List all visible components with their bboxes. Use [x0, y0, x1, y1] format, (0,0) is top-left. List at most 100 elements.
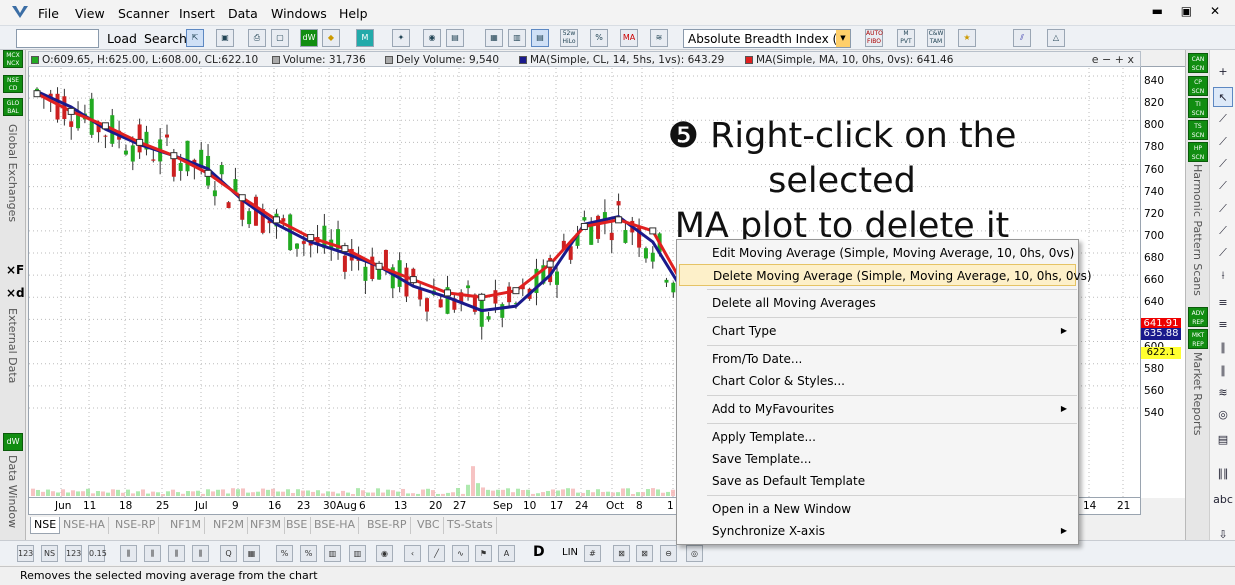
save-icon[interactable]: ▣: [216, 29, 234, 47]
sheet-tab-nse[interactable]: NSE: [30, 517, 61, 534]
context-menu-item[interactable]: Add to MyFavourites ▶: [679, 398, 1076, 420]
print-icon[interactable]: ⎙: [248, 29, 266, 47]
decimal-icon[interactable]: 0.15: [88, 545, 107, 562]
zoom-x-icon[interactable]: ⊠: [636, 545, 653, 562]
data-window-label[interactable]: Data Window: [6, 455, 19, 528]
menu-insert[interactable]: Insert: [179, 6, 215, 21]
curve-icon[interactable]: ∿: [452, 545, 469, 562]
puzzle-icon[interactable]: ✦: [392, 29, 410, 47]
context-menu-item[interactable]: Edit Moving Average (Simple, Moving Aver…: [679, 242, 1076, 264]
chevron-down-icon[interactable]: ▼: [836, 30, 850, 47]
ns-icon[interactable]: NS: [41, 545, 58, 562]
wave-icon[interactable]: ≋: [650, 29, 668, 47]
menu-windows[interactable]: Windows: [271, 6, 327, 21]
ts-scn-badge[interactable]: TS SCN: [1188, 120, 1208, 140]
vp-icon[interactable]: ▤: [531, 29, 549, 47]
drawing-tool-icon[interactable]: ▤: [1213, 430, 1233, 450]
drawing-tool-icon[interactable]: ⟊: [1213, 266, 1233, 286]
global-badge[interactable]: GLO BAL: [3, 98, 23, 116]
hp-scn-badge[interactable]: HP SCN: [1188, 142, 1208, 162]
global-exchanges-label[interactable]: Global Exchanges: [6, 124, 19, 222]
m-pvt-icon[interactable]: M PVT: [897, 29, 915, 47]
dw-icon[interactable]: dW: [300, 29, 318, 47]
context-menu-item[interactable]: Save as Default Template: [679, 470, 1076, 492]
context-menu-item[interactable]: From/To Date...: [679, 348, 1076, 370]
drawing-tool-icon[interactable]: ⟋: [1213, 109, 1233, 129]
menu-scanner[interactable]: Scanner: [118, 6, 169, 21]
lin-label[interactable]: LIN: [562, 547, 578, 558]
drawing-tool-icon[interactable]: ≡: [1213, 315, 1233, 335]
hash-grid-icon[interactable]: #: [584, 545, 601, 562]
bars-5-icon[interactable]: ▥: [324, 545, 341, 562]
cv-icon[interactable]: ▥: [508, 29, 526, 47]
drawing-tool-icon[interactable]: +: [1213, 62, 1233, 82]
cp-scn-badge[interactable]: CP SCN: [1188, 76, 1208, 96]
legend-controls[interactable]: e − + x: [1092, 53, 1134, 66]
print-preview-icon[interactable]: ▢: [271, 29, 289, 47]
52w-hilo-icon[interactable]: 52w HiLo: [560, 29, 578, 47]
bars-2-icon[interactable]: ⫼: [144, 545, 161, 562]
drawing-tool-icon[interactable]: ⟋: [1213, 199, 1233, 219]
tas-icon[interactable]: ★: [958, 29, 976, 47]
d-label[interactable]: D: [533, 544, 545, 560]
pct-line-icon[interactable]: %: [300, 545, 317, 562]
bars-3-icon[interactable]: ⫼: [168, 545, 185, 562]
auto-fibo-icon[interactable]: AUTO FIBO: [865, 29, 883, 47]
zoom-reset-icon[interactable]: ◎: [686, 545, 703, 562]
context-menu-item[interactable]: Apply Template...: [679, 426, 1076, 448]
context-menu-item[interactable]: Delete Moving Average (Simple, Moving Av…: [679, 264, 1092, 286]
record-icon[interactable]: ◉: [376, 545, 393, 562]
drawing-tool-icon[interactable]: ⟋: [1213, 176, 1233, 196]
external-data-label[interactable]: External Data: [6, 308, 19, 383]
sheet-tab-nf1m[interactable]: NF1M: [167, 517, 206, 534]
flag-icon[interactable]: ⚑: [475, 545, 492, 562]
drawing-tool-icon[interactable]: ◎: [1213, 405, 1233, 425]
sheet-tab-bse-ha[interactable]: BSE-HA: [311, 517, 360, 534]
drawing-tool-icon[interactable]: ≡: [1213, 293, 1233, 313]
pct-change-icon[interactable]: %: [276, 545, 293, 562]
adv-rep-badge[interactable]: ADV REP: [1188, 307, 1208, 327]
xd-icon[interactable]: ×d: [6, 286, 25, 300]
context-menu-item[interactable]: Save Template...: [679, 448, 1076, 470]
drawing-tool-icon[interactable]: ∥: [1213, 338, 1233, 358]
sheet-tab-vbc[interactable]: VBC: [414, 517, 444, 534]
market-reports-label[interactable]: Market Reports: [1191, 352, 1204, 436]
menu-file[interactable]: File: [38, 6, 59, 21]
pct-icon[interactable]: %: [590, 29, 608, 47]
bars-4-icon[interactable]: ⫼: [192, 545, 209, 562]
q-icon[interactable]: Q: [220, 545, 237, 562]
chart-type-icon[interactable]: ⇱: [186, 29, 204, 47]
globe-icon[interactable]: ◉: [423, 29, 441, 47]
ma-icon[interactable]: MA: [620, 29, 638, 47]
context-menu-item[interactable]: Synchronize X-axis ▶: [679, 520, 1076, 542]
sheet-tab-nf3m[interactable]: NF3M: [247, 517, 286, 534]
line-tool-icon[interactable]: ⫽: [1013, 29, 1031, 47]
context-menu-item[interactable]: Chart Color & Styles...: [679, 370, 1076, 392]
can-scn-badge[interactable]: CAN SCN: [1188, 53, 1208, 73]
zoom-out-icon[interactable]: ⊖: [660, 545, 677, 562]
scale-123-icon[interactable]: 123: [17, 545, 34, 562]
sheet-tab-bse-rp[interactable]: BSE-RP: [364, 517, 411, 534]
sheet-tab-nse-rp[interactable]: NSE-RP: [112, 517, 160, 534]
xf-icon[interactable]: ×F: [6, 263, 24, 277]
mkt-rep-badge[interactable]: MKT REP: [1188, 329, 1208, 349]
mcx-ncx-badge[interactable]: MCX NCX: [3, 50, 23, 68]
menu-view[interactable]: View: [75, 6, 105, 21]
triangle-tool-icon[interactable]: △: [1047, 29, 1065, 47]
symbol-input[interactable]: [16, 29, 99, 48]
bars-6-icon[interactable]: ▥: [349, 545, 366, 562]
context-menu-item[interactable]: Delete all Moving Averages: [679, 292, 1076, 314]
sheet-tab-nf2m[interactable]: NF2M: [210, 517, 249, 534]
drawing-tool-icon[interactable]: ⟋: [1213, 154, 1233, 174]
load-button[interactable]: Load: [107, 31, 137, 46]
nse-cd-badge[interactable]: NSE CD: [3, 75, 23, 93]
harmonic-pattern-scans-label[interactable]: Harmonic Pattern Scans: [1191, 164, 1204, 296]
drawing-tool-icon[interactable]: abc: [1213, 490, 1233, 510]
scale-123b-icon[interactable]: 123: [65, 545, 82, 562]
cow-tam-icon[interactable]: C&W TAM: [927, 29, 945, 47]
abc-icon[interactable]: A: [498, 545, 515, 562]
arrow-left-icon[interactable]: ‹: [404, 545, 421, 562]
bars-1-icon[interactable]: ⫼: [120, 545, 137, 562]
diamond-icon[interactable]: ◆: [322, 29, 340, 47]
sheet-tab-ts-stats[interactable]: TS-Stats: [444, 517, 497, 534]
